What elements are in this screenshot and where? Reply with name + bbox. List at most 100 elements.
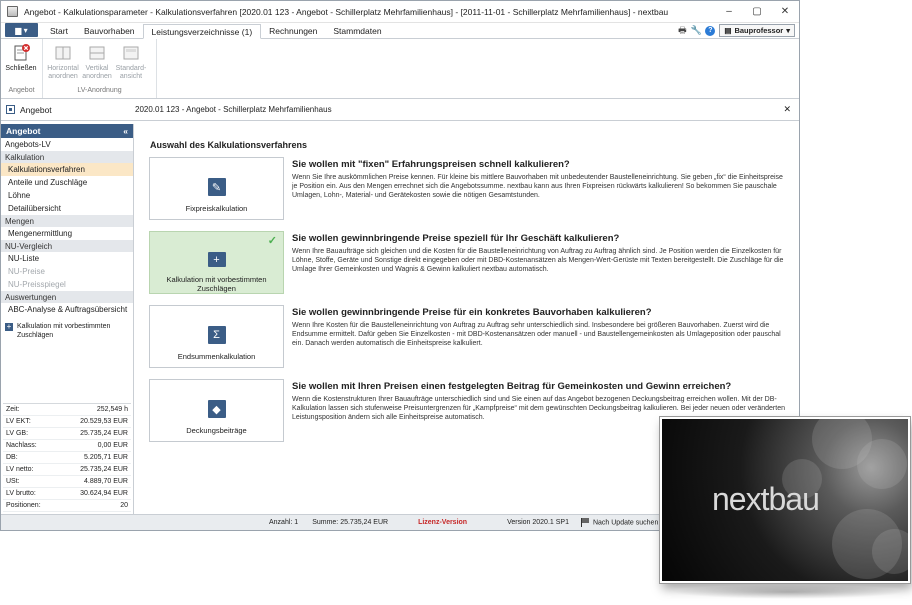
- standard-view-icon: [122, 44, 140, 62]
- bubble-decoration: [857, 439, 907, 489]
- option-card-label: Endsummenkalkulation: [177, 352, 256, 361]
- stat-row: LV GB: 25.735,24 EUR: [3, 428, 131, 440]
- ribbon-group-label: Angebot: [8, 87, 35, 94]
- sidebar-item-mengenermittlung[interactable]: Mengenermittlung: [1, 227, 133, 240]
- file-menu-button[interactable]: ▆ ▾: [5, 23, 38, 37]
- logo-shadow: [672, 585, 904, 599]
- ribbon: Schließen Angebot Horizontal anordnen Ve…: [1, 39, 799, 99]
- close-window-button[interactable]: ✕: [771, 1, 799, 23]
- status-version: Version 2020.1 SP1: [507, 519, 569, 526]
- sidebar-item-nu-preisspiegel: NU-Preisspiegel: [8, 280, 66, 289]
- status-count: Anzahl: 1: [269, 519, 299, 526]
- tab-leistungsverzeichnisse[interactable]: Leistungsverzeichnisse (1): [142, 24, 262, 39]
- option-card-label: Deckungsbeiträge: [186, 426, 247, 435]
- stat-value: 20.529,53 EUR: [80, 418, 128, 425]
- sidebar-item-anteile-zuschlaege[interactable]: Anteile und Zuschläge: [1, 176, 133, 189]
- tab-bauvorhaben[interactable]: Bauvorhaben: [76, 23, 143, 38]
- printer-small-icon: ▤: [724, 26, 732, 35]
- stat-row: Nachlass: 0,00 EUR: [3, 440, 131, 452]
- option-heading: Sie wollen gewinnbringende Preise für ei…: [292, 307, 652, 318]
- arrange-vertical-icon: [88, 44, 106, 62]
- option-card-fixpreis[interactable]: ✎ Fixpreiskalkulation: [149, 157, 284, 220]
- ribbon-group-lv-anordnung: Horizontal anordnen Vertikal anordnen St…: [43, 39, 157, 98]
- stat-label: USt:: [6, 478, 20, 485]
- recent-calculation-label: Kalkulation mit vorbestimmten Zuschlägen: [17, 323, 111, 339]
- document-section-label: Angebot: [20, 104, 52, 115]
- arrange-horizontal-label: Horizontal anordnen: [47, 65, 79, 80]
- update-check-link[interactable]: Nach Update suchen: [580, 518, 659, 527]
- option-card-label: Fixpreiskalkulation: [185, 204, 248, 213]
- sidebar-item-loehne[interactable]: Löhne: [1, 189, 133, 202]
- bubble-decoration: [872, 529, 908, 574]
- nextbau-logo: nextbau: [712, 481, 820, 517]
- stat-row: USt: 4.889,70 EUR: [3, 476, 131, 488]
- option-card-label: Kalkulation mit vorbestimmten Zuschlägen: [166, 275, 267, 293]
- minimize-button[interactable]: –: [715, 1, 743, 23]
- stat-row: Positionen: 20: [3, 500, 131, 512]
- ribbon-group-angebot: Schließen Angebot: [1, 39, 43, 98]
- stat-value: 25.735,24 EUR: [80, 466, 128, 473]
- sidebar-item-kalkulationsverfahren[interactable]: Kalkulationsverfahren: [1, 163, 133, 176]
- document-icon: [6, 105, 15, 114]
- flag-icon: [580, 518, 590, 527]
- arrange-vertical-button[interactable]: Vertikal anordnen: [81, 42, 113, 87]
- option-heading: Sie wollen gewinnbringende Preise spezie…: [292, 233, 620, 244]
- stat-value: 25.735,24 EUR: [80, 430, 128, 437]
- maximize-button[interactable]: ▢: [743, 1, 771, 23]
- stat-label: DB:: [6, 454, 18, 461]
- document-bar: Angebot 2020.01 123 - Angebot - Schiller…: [1, 99, 799, 121]
- stat-value: 5.205,71 EUR: [84, 454, 128, 461]
- close-document-label: Schließen: [5, 65, 37, 72]
- chevron-down-icon: ▾: [786, 26, 790, 35]
- stat-label: LV EKT:: [6, 418, 31, 425]
- arrange-vertical-label: Vertikal anordnen: [82, 65, 112, 80]
- close-document-button[interactable]: Schließen: [5, 42, 37, 87]
- stat-value: 30.624,94 EUR: [80, 490, 128, 497]
- stat-row: DB: 5.205,71 EUR: [3, 452, 131, 464]
- profile-dropdown[interactable]: ▤ Bauprofessor ▾: [719, 24, 795, 37]
- stat-value: 252,549 h: [96, 406, 128, 413]
- tab-stammdaten[interactable]: Stammdaten: [325, 23, 389, 38]
- option-card-vorbestimmte-zuschlaege[interactable]: ✓ + Kalkulation mit vorbestimmten Zuschl…: [149, 231, 284, 294]
- tab-start[interactable]: Start: [42, 23, 76, 38]
- option-description: Wenn Ihre Kosten für die Baustelleneinri…: [292, 322, 781, 347]
- help-icon[interactable]: ?: [705, 25, 716, 36]
- plus-icon: +: [5, 322, 13, 331]
- stat-label: Positionen:: [6, 502, 41, 509]
- stat-label: LV brutto:: [6, 490, 36, 497]
- stat-label: Nachlass:: [6, 442, 37, 449]
- sigma-icon: Σ: [207, 326, 226, 344]
- print-icon[interactable]: 🖶: [677, 25, 687, 36]
- settings-wrench-icon[interactable]: 🔧: [691, 25, 702, 36]
- sidebar: Angebot « Angebots-LV Kalkulation Kalkul…: [1, 124, 134, 514]
- summary-stats: Zeit: 252,549 h LV EKT: 20.529,53 EUR LV G…: [3, 403, 131, 512]
- sidebar-item-abc-analyse[interactable]: ABC-Analyse & Auftragsübersicht: [1, 303, 133, 316]
- nextbau-logo-panel: nextbau: [659, 416, 911, 584]
- sidebar-item-nu-liste[interactable]: NU-Liste: [1, 252, 133, 265]
- sidebar-group-kalkulation: Kalkulation: [1, 151, 133, 163]
- sidebar-header: Angebot «: [1, 124, 133, 138]
- option-heading: Sie wollen mit Ihren Preisen einen festg…: [292, 381, 732, 392]
- sidebar-item-detailuebersicht[interactable]: Detailübersicht: [1, 202, 133, 215]
- collapse-icon[interactable]: «: [123, 126, 128, 136]
- update-check-label: Nach Update suchen: [592, 519, 659, 527]
- arrange-horizontal-button[interactable]: Horizontal anordnen: [47, 42, 79, 87]
- sidebar-title: Angebot: [6, 126, 41, 136]
- sidebar-item-angebots-lv[interactable]: Angebots-LV: [1, 138, 133, 151]
- option-heading: Sie wollen mit "fixen" Erfahrungspreisen…: [292, 159, 570, 170]
- document-section: Angebot: [1, 105, 135, 115]
- menu-bar: ▆ ▾ Start Bauvorhaben Leistungsverzeichn…: [1, 23, 799, 39]
- stat-row: LV brutto: 30.624,94 EUR: [3, 488, 131, 500]
- standard-view-button[interactable]: Standard-ansicht: [115, 42, 147, 87]
- ribbon-group-label: LV-Anordnung: [77, 87, 122, 94]
- option-card-deckungsbeitraege[interactable]: ◆ Deckungsbeiträge: [149, 379, 284, 442]
- recent-calculation-link[interactable]: + Kalkulation mit vorbestimmten Zuschläg…: [1, 316, 133, 340]
- page-title: Auswahl des Kalkulationsverfahrens: [150, 140, 308, 150]
- stat-label: Zeit:: [6, 406, 20, 413]
- tab-rechnungen[interactable]: Rechnungen: [261, 23, 325, 38]
- close-tab-icon[interactable]: ✕: [783, 104, 791, 115]
- menu-right-tools: 🖶 🔧 ? ▤ Bauprofessor ▾: [677, 24, 795, 37]
- option-card-endsummen[interactable]: Σ Endsummenkalkulation: [149, 305, 284, 368]
- stat-label: LV GB:: [6, 430, 29, 437]
- window-title: Angebot - Kalkulationsparameter - Kalkul…: [24, 6, 669, 17]
